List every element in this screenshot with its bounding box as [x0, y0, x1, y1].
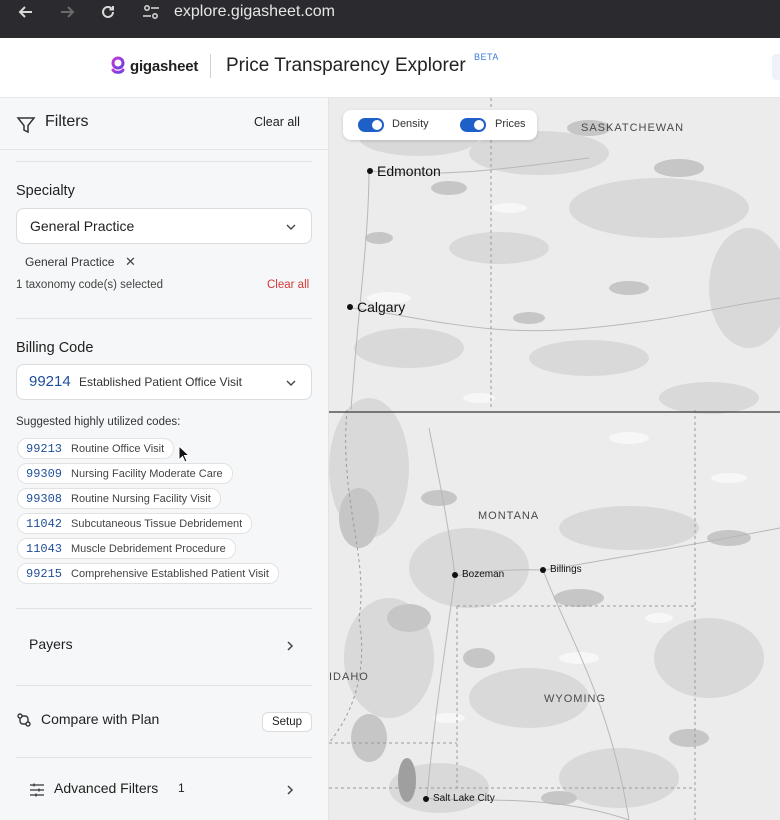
compare-icon [17, 713, 31, 727]
code-number: 99308 [26, 491, 63, 506]
billing-code-label: Billing Code [16, 340, 94, 356]
logo-text: gigasheet [130, 57, 199, 75]
gigasheet-logo-icon [111, 56, 125, 74]
city-marker[interactable]: Calgary [347, 299, 405, 315]
clear-specialty-button[interactable]: Clear all [267, 279, 309, 291]
reload-icon[interactable] [98, 2, 118, 22]
filter-icon [16, 117, 36, 134]
prices-toggle-label: Prices [495, 118, 526, 130]
city-dot [367, 168, 373, 174]
city-marker[interactable]: Billings [540, 564, 582, 575]
city-name: Calgary [357, 299, 406, 315]
code-number: 99213 [26, 441, 63, 456]
divider [16, 318, 312, 319]
specialty-label: Specialty [16, 183, 75, 199]
header-action-button[interactable] [772, 54, 780, 80]
header-divider [210, 54, 211, 78]
chevron-right-icon [287, 785, 294, 795]
filters-title: Filters [45, 113, 89, 130]
filters-header: Filters Clear all [0, 98, 329, 150]
region-label: IDAHO [329, 671, 369, 683]
setup-button[interactable]: Setup [262, 712, 312, 732]
suggested-code-chip[interactable]: 99308 Routine Nursing Facility Visit [17, 488, 221, 509]
taxonomy-count: 1 taxonomy code(s) selected [16, 279, 164, 291]
billing-code-value: 99214 [29, 373, 71, 390]
code-description: Muscle Debridement Procedure [71, 542, 226, 555]
suggested-codes-label: Suggested highly utilized codes: [16, 416, 181, 428]
advanced-filters-count: 1 [178, 781, 185, 795]
map-layer-toggles: Density Prices [343, 110, 537, 140]
mouse-cursor-icon [178, 445, 190, 463]
city-dot [540, 566, 546, 573]
city-name: Salt Lake City [433, 793, 495, 804]
density-toggle[interactable] [358, 118, 384, 132]
sliders-icon [30, 783, 44, 797]
city-name: Bozeman [462, 569, 505, 580]
back-arrow-icon[interactable] [16, 2, 36, 22]
compare-with-plan-label: Compare with Plan [41, 711, 160, 727]
app-header: gigasheet Price Transparency Explorer BE… [0, 38, 780, 98]
filters-sidebar: Filters Clear all Specialty General Prac… [0, 98, 329, 820]
chevron-down-icon [286, 224, 296, 230]
remove-chip-icon[interactable]: ✕ [125, 254, 136, 270]
specialty-select[interactable]: General Practice [16, 208, 312, 244]
divider [16, 608, 312, 609]
billing-code-select[interactable]: 99214 Established Patient Office Visit [16, 364, 312, 400]
prices-toggle[interactable] [460, 118, 486, 132]
url-text: explore.gigasheet.com [174, 3, 335, 20]
billing-code-description: Established Patient Office Visit [79, 375, 242, 389]
city-dot [452, 571, 458, 578]
advanced-filters-label: Advanced Filters [54, 780, 159, 796]
suggested-code-chip[interactable]: 99309 Nursing Facility Moderate Care [17, 463, 233, 484]
code-description: Subcutaneous Tissue Debridement [71, 517, 243, 530]
map-view[interactable]: Density Prices SASKATCHEWAN MONTANA IDAH… [329, 98, 780, 820]
code-number: 11042 [26, 516, 63, 531]
city-marker[interactable]: Salt Lake City [423, 793, 495, 804]
address-bar[interactable]: explore.gigasheet.com [140, 0, 335, 24]
code-description: Routine Nursing Facility Visit [71, 492, 211, 505]
browser-toolbar: explore.gigasheet.com [0, 0, 780, 38]
forward-arrow-icon[interactable] [57, 2, 77, 22]
gigasheet-logo[interactable]: gigasheet [110, 56, 198, 76]
specialty-select-value: General Practice [30, 218, 135, 234]
code-number: 11043 [26, 541, 63, 556]
divider [16, 685, 312, 686]
city-name: Edmonton [377, 163, 441, 179]
code-number: 99215 [26, 566, 63, 581]
city-marker[interactable]: Bozeman [452, 569, 504, 580]
region-label: SASKATCHEWAN [581, 122, 685, 134]
city-name: Billings [550, 564, 582, 575]
city-marker[interactable]: Edmonton [367, 163, 441, 179]
beta-badge: BETA [474, 52, 499, 62]
site-settings-icon[interactable] [140, 1, 162, 23]
page-title: Price Transparency Explorer [226, 55, 466, 76]
chevron-down-icon [286, 380, 296, 386]
chevron-right-icon [287, 641, 294, 651]
region-label: WYOMING [544, 693, 606, 705]
code-number: 99309 [26, 466, 63, 481]
region-label: MONTANA [478, 510, 540, 522]
suggested-code-chip[interactable]: 11043 Muscle Debridement Procedure [17, 538, 236, 559]
divider [16, 161, 312, 162]
suggested-code-chip[interactable]: 99215 Comprehensive Established Patient … [17, 563, 279, 584]
city-dot [347, 304, 353, 310]
city-dot [423, 795, 429, 802]
suggested-code-chip[interactable]: 99213 Routine Office Visit [17, 438, 175, 459]
density-toggle-label: Density [392, 118, 429, 130]
map-terrain [329, 98, 780, 820]
code-description: Comprehensive Established Patient Visit [71, 567, 269, 580]
code-description: Nursing Facility Moderate Care [71, 467, 223, 480]
payers-label: Payers [29, 636, 73, 652]
clear-all-filters-button[interactable]: Clear all [254, 115, 300, 129]
suggested-code-chip[interactable]: 11042 Subcutaneous Tissue Debridement [17, 513, 253, 534]
code-description: Routine Office Visit [71, 442, 165, 455]
divider [16, 757, 312, 758]
specialty-chip: General Practice [25, 255, 115, 269]
